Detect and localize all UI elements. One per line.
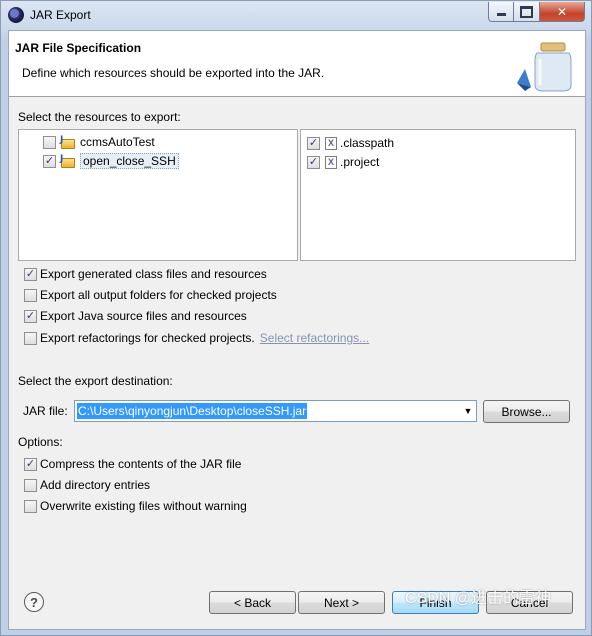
jar-icon — [517, 42, 572, 92]
jar-export-window: JAR Export ✕ JAR File Specification Defi… — [0, 0, 592, 636]
option-label: Export Java source files and resources — [40, 309, 247, 323]
minimize-button[interactable] — [488, 2, 514, 22]
project-checkbox[interactable] — [43, 135, 56, 149]
project-name: ccmsAutoTest — [80, 135, 155, 149]
eclipse-icon — [8, 7, 24, 23]
overwrite-option[interactable]: Overwrite existing files without warning — [24, 497, 247, 515]
maximize-button[interactable] — [514, 2, 540, 22]
export-source-files-checkbox[interactable] — [24, 309, 37, 323]
back-button[interactable]: < Back — [209, 591, 296, 614]
option-label: Compress the contents of the JAR file — [40, 457, 242, 471]
project-checkbox[interactable] — [43, 154, 56, 168]
watermark: CSDN @进击的雷神 — [405, 590, 552, 607]
tree-item-open-close-ssh[interactable]: J open_close_SSH — [43, 152, 179, 170]
file-list[interactable]: X .classpath X .project — [300, 129, 576, 261]
jar-file-input[interactable]: C:\Users\qinyongjun\Desktop\closeSSH.jar — [77, 403, 308, 419]
export-refactorings-checkbox[interactable] — [24, 331, 37, 345]
export-class-files-checkbox[interactable] — [24, 267, 37, 281]
java-project-icon: J — [60, 154, 76, 169]
file-checkbox[interactable] — [307, 136, 320, 150]
window-title: JAR Export — [30, 8, 91, 22]
list-item-classpath[interactable]: X .classpath — [307, 134, 394, 152]
file-checkbox[interactable] — [307, 155, 320, 169]
project-tree[interactable]: J ccmsAutoTest J open_close_SSH — [18, 129, 298, 261]
help-icon[interactable]: ? — [24, 592, 44, 612]
browse-button[interactable]: Browse... — [483, 400, 570, 423]
java-project-icon: J — [60, 135, 76, 150]
close-button[interactable]: ✕ — [540, 2, 585, 22]
select-refactorings-link[interactable]: Select refactorings... — [260, 331, 369, 345]
directory-entries-option[interactable]: Add directory entries — [24, 476, 150, 494]
option-label: Export all output folders for checked pr… — [40, 288, 277, 302]
destination-label: Select the export destination: — [18, 374, 173, 388]
export-class-files-option[interactable]: Export generated class files and resourc… — [24, 265, 267, 283]
file-name: .project — [340, 155, 380, 169]
page-description: Define which resources should be exporte… — [22, 66, 325, 80]
option-label: Overwrite existing files without warning — [40, 499, 247, 513]
dropdown-arrow-icon[interactable]: ▼ — [462, 404, 474, 418]
page-title: JAR File Specification — [15, 41, 142, 55]
file-name: .classpath — [340, 136, 395, 150]
xml-file-icon: X — [325, 155, 337, 169]
export-source-files-option[interactable]: Export Java source files and resources — [24, 307, 247, 325]
overwrite-checkbox[interactable] — [24, 499, 37, 513]
dialog-body: JAR File Specification Define which reso… — [8, 30, 586, 630]
tree-item-ccmsAutoTest[interactable]: J ccmsAutoTest — [43, 133, 155, 151]
option-label: Export generated class files and resourc… — [40, 267, 267, 281]
wizard-header: JAR File Specification Define which reso… — [9, 31, 585, 97]
title-bar[interactable]: JAR Export ✕ — [1, 1, 591, 29]
directory-entries-checkbox[interactable] — [24, 478, 37, 492]
compress-option[interactable]: Compress the contents of the JAR file — [24, 455, 241, 473]
options-label: Options: — [18, 435, 63, 449]
jar-file-combo[interactable]: C:\Users\qinyongjun\Desktop\closeSSH.jar… — [74, 400, 477, 422]
project-name: open_close_SSH — [80, 153, 179, 169]
option-label: Add directory entries — [40, 478, 151, 492]
export-output-folders-checkbox[interactable] — [24, 288, 37, 302]
export-refactorings-option[interactable]: Export refactorings for checked projects… — [24, 329, 369, 347]
list-item-project[interactable]: X .project — [307, 153, 379, 171]
option-label: Export refactorings for checked projects… — [40, 331, 255, 345]
jar-file-label: JAR file: — [23, 404, 68, 418]
resources-label: Select the resources to export: — [18, 110, 181, 124]
compress-checkbox[interactable] — [24, 457, 37, 471]
next-button[interactable]: Next > — [298, 591, 385, 614]
export-output-folders-option[interactable]: Export all output folders for checked pr… — [24, 286, 277, 304]
xml-file-icon: X — [325, 136, 337, 150]
